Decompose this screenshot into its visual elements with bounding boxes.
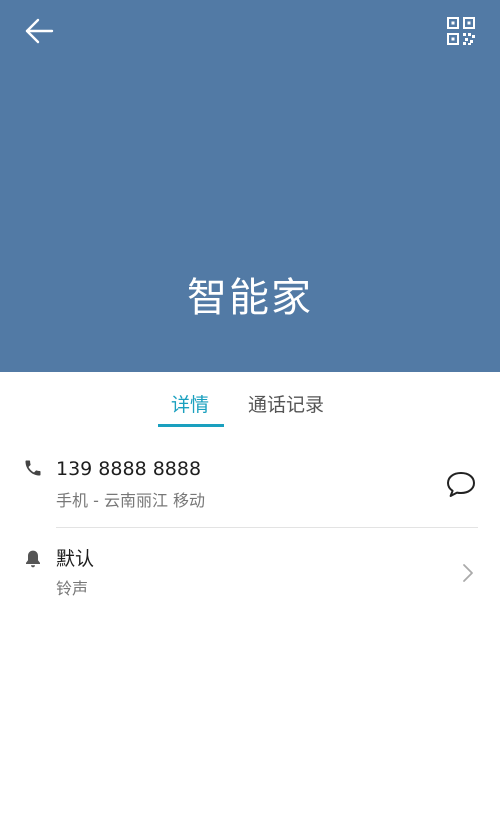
tab-active-indicator (158, 424, 224, 427)
tab-bar: 详情 通话记录 (0, 372, 500, 428)
phone-number: 139 8888 8888 (56, 458, 202, 480)
tab-details[interactable]: 详情 (171, 392, 209, 418)
chevron-right-icon (463, 564, 473, 582)
tab-call-log[interactable]: 通话记录 (248, 392, 324, 418)
send-message-button[interactable] (444, 468, 478, 500)
arrow-left-icon (25, 18, 54, 44)
bell-icon (26, 550, 40, 568)
ringtone-row[interactable]: 默认 铃声 (0, 528, 500, 618)
message-icon (447, 472, 475, 497)
ringtone-label: 铃声 (56, 579, 89, 598)
contact-name: 智能家 (187, 275, 313, 321)
phone-number-row[interactable]: 139 8888 8888 手机 - 云南丽江 移动 (0, 440, 500, 528)
contact-header: 智能家 (0, 0, 500, 372)
qr-code-button[interactable] (444, 14, 478, 48)
phone-type-location: 手机 - 云南丽江 移动 (56, 491, 206, 510)
qr-code-icon (447, 17, 475, 45)
phone-icon (25, 460, 41, 476)
ringtone-value: 默认 (56, 548, 95, 570)
back-button[interactable] (22, 14, 58, 50)
